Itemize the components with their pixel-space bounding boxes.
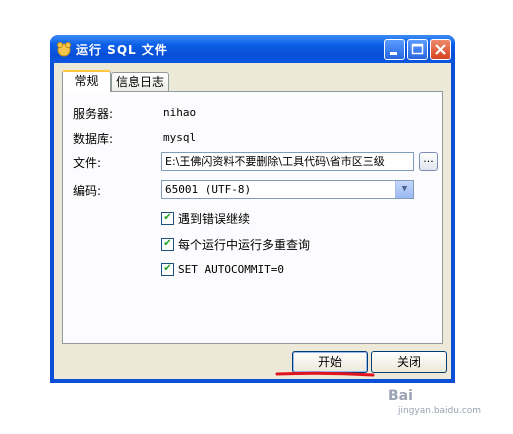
dialog-client-area: 常规 信息日志 服务器: nihao 数据库: mysql 文件: E:\王佛闪… [54, 63, 451, 379]
close-window-button[interactable] [430, 39, 451, 60]
autocommit-checkbox[interactable]: ✔ SET AUTOCOMMIT=0 [161, 262, 284, 276]
minimize-button[interactable] [384, 39, 405, 60]
navicat-app-icon [57, 42, 71, 57]
multiple-queries-checkbox[interactable]: ✔ 每个运行中运行多重查询 [161, 236, 311, 252]
checkmark-icon: ✔ [161, 238, 174, 251]
server-value: nihao [163, 106, 197, 119]
browse-file-button[interactable]: ... [419, 152, 438, 171]
minimize-icon [390, 52, 397, 55]
encoding-label: 编码: [73, 184, 102, 198]
maximize-icon [411, 43, 424, 55]
continue-on-error-label: 遇到错误继续 [178, 212, 251, 226]
maximize-button[interactable] [407, 39, 428, 60]
watermark-url: jingyan.baidu.com [398, 406, 482, 416]
encoding-select[interactable]: 65001 (UTF-8) ▼ [161, 180, 414, 199]
checkmark-icon: ✔ [161, 263, 174, 276]
red-underline-annotation [275, 371, 375, 377]
window-title: 运行 SQL 文件 [76, 43, 168, 57]
run-sql-file-dialog: 运行 SQL 文件 常规 信息日志 服务器: nihao 数据库: mysql … [50, 35, 455, 383]
file-path-input[interactable]: E:\王佛闪资料不要删除\工具代码\省市区三级 [161, 152, 414, 171]
continue-on-error-checkbox[interactable]: ✔ 遇到错误继续 [161, 210, 251, 226]
server-label: 服务器: [73, 107, 114, 121]
multiple-queries-label: 每个运行中运行多重查询 [178, 238, 311, 252]
file-label: 文件: [73, 156, 102, 170]
tab-message-log[interactable]: 信息日志 [111, 72, 169, 92]
watermark-brand: Bai [388, 388, 413, 404]
start-button[interactable]: 开始 [292, 351, 368, 373]
database-value: mysql [163, 131, 197, 144]
baidu-watermark: Bai jingyan.baidu.com [388, 388, 481, 416]
close-button[interactable]: 关闭 [371, 351, 447, 373]
tab-general[interactable]: 常规 [62, 70, 111, 92]
close-icon [435, 44, 446, 55]
encoding-selected-value: 65001 (UTF-8) [165, 183, 252, 196]
title-bar[interactable]: 运行 SQL 文件 [50, 35, 455, 63]
database-label: 数据库: [73, 132, 114, 146]
general-tab-panel: 服务器: nihao 数据库: mysql 文件: E:\王佛闪资料不要删除\工… [62, 91, 443, 344]
autocommit-label: SET AUTOCOMMIT=0 [178, 263, 284, 276]
checkmark-icon: ✔ [161, 212, 174, 225]
chevron-down-icon[interactable]: ▼ [395, 181, 413, 198]
